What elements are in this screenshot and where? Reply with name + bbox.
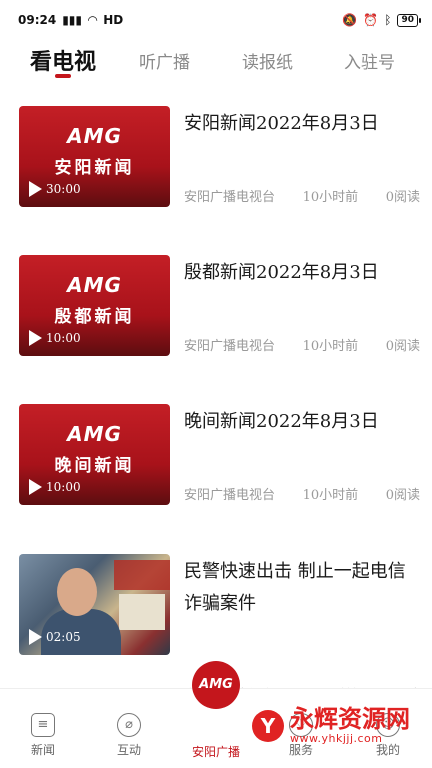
alarm-icon: ⏰ xyxy=(363,13,379,27)
news-thumbnail[interactable]: AMG 晚间新闻 10:00 xyxy=(19,404,170,505)
watermark-logo: Y xyxy=(252,709,284,742)
watermark: Y 永辉资源网 www.yhkjjj.com xyxy=(252,706,410,745)
nav-label: 我的 xyxy=(375,743,400,757)
nav-label: 互动 xyxy=(116,743,141,757)
news-item[interactable]: AMG 安阳新闻 30:00 安阳新闻2022年8月3日 安阳广播电视台 10小… xyxy=(0,92,432,207)
nav-label: 服务 xyxy=(288,743,313,757)
news-item[interactable]: 02:05 民警快速出击 制止一起电信诈骗案件 安阳广播电视台 10小时前 0阅… xyxy=(0,540,432,703)
news-time: 10小时前 xyxy=(302,339,359,354)
thumbnail-title: 晚间新闻 xyxy=(54,456,135,476)
network-label: HD xyxy=(103,13,124,27)
news-reads: 0阅读 xyxy=(385,190,420,205)
news-thumbnail[interactable]: AMG 安阳新闻 30:00 xyxy=(19,106,170,207)
duration-text: 02:05 xyxy=(46,630,81,644)
status-bar: 09:24 ▮▮▮ ◠ HD 🔕 ⏰ ᛒ 90 xyxy=(0,0,432,40)
news-meta: 安阳广播电视台 10小时前 0阅读 xyxy=(184,186,420,205)
news-reads: 0阅读 xyxy=(385,339,420,354)
nav-item-news[interactable]: ≡ 新闻 xyxy=(13,713,73,758)
nav-item-interact[interactable]: ⌀ 互动 xyxy=(99,713,159,758)
mute-icon: 🔕 xyxy=(342,13,358,27)
news-item[interactable]: AMG 殷都新闻 10:00 殷都新闻2022年8月3日 安阳广播电视台 10小… xyxy=(0,241,432,356)
thumbnail-photo-banner xyxy=(114,560,170,590)
tab-watch-tv[interactable]: 看电视 xyxy=(30,44,96,76)
duration-text: 10:00 xyxy=(46,331,81,345)
thumbnail-title: 殷都新闻 xyxy=(54,307,135,327)
signal-icon: ▮▮▮ xyxy=(62,13,83,27)
news-title[interactable]: 晚间新闻2022年8月3日 xyxy=(184,406,416,438)
news-icon: ≡ xyxy=(31,713,55,737)
video-duration: 10:00 xyxy=(29,330,81,346)
thumbnail-title: 安阳新闻 xyxy=(54,158,135,178)
watermark-url: www.yhkjjj.com xyxy=(290,732,383,745)
news-title[interactable]: 殷都新闻2022年8月3日 xyxy=(184,257,416,289)
battery-icon: 90 xyxy=(397,13,421,27)
status-time: 09:24 xyxy=(18,13,57,27)
amg-logo: AMG xyxy=(67,273,122,297)
video-duration: 10:00 xyxy=(29,479,81,495)
news-time: 10小时前 xyxy=(302,488,359,503)
compass-icon: ⌀ xyxy=(117,713,141,737)
news-item[interactable]: AMG 晚间新闻 10:00 晚间新闻2022年8月3日 安阳广播电视台 10小… xyxy=(0,390,432,505)
tab-join-account[interactable]: 入驻号 xyxy=(344,48,395,73)
play-icon xyxy=(29,181,42,197)
active-tab-indicator xyxy=(55,74,71,78)
wifi-icon: ◠ xyxy=(88,13,98,27)
news-meta: 安阳广播电视台 10小时前 0阅读 xyxy=(184,335,420,354)
tab-read-newspaper[interactable]: 读报纸 xyxy=(242,48,293,73)
bluetooth-icon: ᛒ xyxy=(384,13,392,27)
news-time: 10小时前 xyxy=(302,190,359,205)
nav-label-center[interactable]: 安阳广播 xyxy=(186,743,246,760)
nav-label: 新闻 xyxy=(30,743,55,757)
center-amg-button[interactable]: AMG xyxy=(192,661,240,709)
news-source: 安阳广播电视台 xyxy=(184,339,276,354)
news-thumbnail[interactable]: AMG 殷都新闻 10:00 xyxy=(19,255,170,356)
amg-logo: AMG xyxy=(67,422,122,446)
status-left: 09:24 ▮▮▮ ◠ HD xyxy=(18,13,123,27)
watermark-text-block: 永辉资源网 www.yhkjjj.com xyxy=(290,706,410,745)
news-source: 安阳广播电视台 xyxy=(184,190,276,205)
tab-listen-radio[interactable]: 听广播 xyxy=(139,48,190,73)
news-title[interactable]: 民警快速出击 制止一起电信诈骗案件 xyxy=(184,556,416,620)
news-thumbnail[interactable]: 02:05 xyxy=(19,554,170,655)
news-title[interactable]: 安阳新闻2022年8月3日 xyxy=(184,108,416,140)
play-icon xyxy=(29,479,42,495)
duration-text: 10:00 xyxy=(46,480,81,494)
news-meta: 安阳广播电视台 10小时前 0阅读 xyxy=(184,484,420,503)
thumbnail-photo-board xyxy=(119,594,165,630)
video-duration: 02:05 xyxy=(29,629,81,645)
amg-logo: AMG xyxy=(67,124,122,148)
play-icon xyxy=(29,629,42,645)
status-right: 🔕 ⏰ ᛒ 90 xyxy=(342,13,421,27)
play-icon xyxy=(29,330,42,346)
thumbnail-photo-person-face xyxy=(57,568,97,616)
news-source: 安阳广播电视台 xyxy=(184,488,276,503)
news-reads: 0阅读 xyxy=(385,488,420,503)
duration-text: 30:00 xyxy=(46,182,81,196)
watermark-text: 永辉资源网 xyxy=(290,705,410,733)
video-duration: 30:00 xyxy=(29,181,81,197)
